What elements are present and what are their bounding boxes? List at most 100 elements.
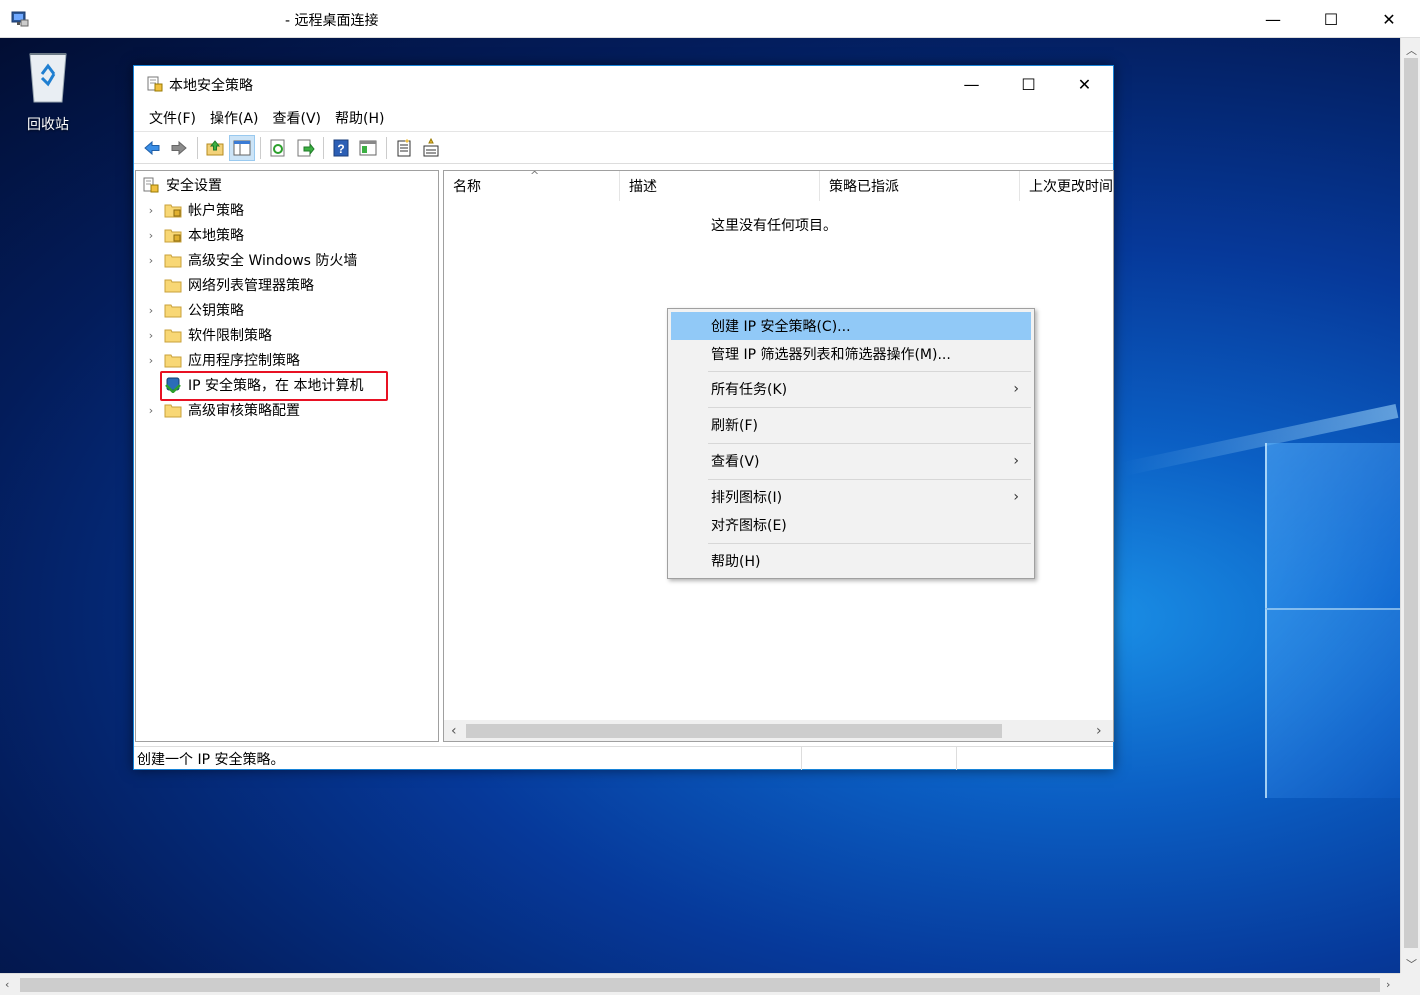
tree-item-software-restriction[interactable]: › 软件限制策略 [144, 323, 272, 347]
tree-item-label: IP 安全策略，在 本地计算机 [188, 378, 364, 394]
tree-item-firewall[interactable]: › 高级安全 Windows 防火墙 [144, 248, 358, 272]
up-one-level-button[interactable] [202, 135, 228, 161]
mmc-close-button[interactable]: ✕ [1056, 66, 1113, 102]
tree-item-public-key[interactable]: › 公钥策略 [144, 298, 244, 322]
tree-item-label: 高级审核策略配置 [188, 403, 300, 419]
chevron-right-icon[interactable]: › [144, 304, 158, 317]
back-button[interactable] [139, 135, 165, 161]
menu-file[interactable]: 文件(F) [142, 108, 203, 128]
column-header-description[interactable]: 描述 [620, 171, 820, 201]
remote-desktop-icon [11, 11, 29, 27]
menu-item-line-up-icons[interactable]: 对齐图标(E) [671, 511, 1031, 539]
folder-icon [164, 404, 182, 418]
recycle-bin-icon [29, 53, 67, 103]
folder-icon [164, 279, 182, 293]
show-hide-tree-button[interactable] [229, 134, 255, 161]
mmc-minimize-button[interactable]: — [943, 66, 1000, 102]
chevron-right-icon[interactable]: › [144, 329, 158, 342]
menu-bar: 文件(F) 操作(A) 查看(V) 帮助(H) [134, 104, 1113, 132]
security-policy-icon [147, 76, 163, 92]
recycle-bin[interactable]: 回收站 [14, 48, 82, 134]
tree-item-network-list[interactable]: 网络列表管理器策略 [164, 273, 314, 297]
toolbar-separator [386, 136, 387, 159]
mmc-maximize-button[interactable]: ☐ [1000, 66, 1057, 102]
minimize-button[interactable]: — [1244, 0, 1302, 38]
details-view-button[interactable] [355, 135, 381, 161]
tree-root[interactable]: 安全设置 [142, 173, 222, 197]
tree-item-label: 软件限制策略 [188, 328, 272, 344]
submenu-arrow-icon: › [1013, 489, 1019, 505]
menu-item-arrange-icons[interactable]: 排列图标(I) › [671, 483, 1031, 511]
column-header-last-modified[interactable]: 上次更改时间 [1020, 171, 1113, 201]
locked-folder-icon [164, 204, 182, 218]
scroll-down-icon[interactable]: ﹀ [1406, 956, 1417, 972]
chevron-right-icon[interactable]: › [144, 404, 158, 417]
menu-item-refresh[interactable]: 刷新(F) [671, 411, 1031, 439]
vertical-scrollbar[interactable]: ︿ ﹀ [1400, 38, 1420, 973]
maximize-button[interactable]: ☐ [1302, 0, 1360, 38]
toolbar: ? [134, 132, 1113, 164]
menu-item-all-tasks[interactable]: 所有任务(K) › [671, 375, 1031, 403]
tree-item-advanced-audit[interactable]: › 高级审核策略配置 [144, 398, 300, 422]
show-tree-icon [233, 140, 251, 155]
sort-ascending-icon: ^ [530, 169, 540, 182]
tree-item-label: 帐户策略 [188, 203, 244, 219]
column-header-assigned[interactable]: 策略已指派 [820, 171, 1020, 201]
menu-item-view[interactable]: 查看(V) › [671, 447, 1031, 475]
recycle-bin-label: 回收站 [27, 117, 69, 133]
status-text: 创建一个 IP 安全策略。 [134, 747, 802, 770]
wallpaper-pane [1265, 443, 1400, 608]
tree-item-label: 高级安全 Windows 防火墙 [188, 253, 358, 269]
chevron-right-icon[interactable]: › [144, 254, 158, 267]
menu-help[interactable]: 帮助(H) [328, 108, 391, 128]
forward-button[interactable] [166, 135, 192, 161]
tree-root-label: 安全设置 [166, 178, 222, 194]
context-menu: 创建 IP 安全策略(C)... 管理 IP 筛选器列表和筛选器操作(M)...… [667, 308, 1035, 579]
tree-item-local-policy[interactable]: › 本地策略 [144, 223, 244, 247]
up-folder-icon [206, 139, 224, 155]
menu-separator [708, 543, 1031, 544]
properties-button[interactable] [418, 135, 444, 161]
menu-item-manage-filters[interactable]: 管理 IP 筛选器列表和筛选器操作(M)... [671, 340, 1031, 368]
toolbar-separator [197, 136, 198, 159]
list-horizontal-scrollbar[interactable]: ‹ › [444, 720, 1113, 741]
scroll-right-icon[interactable]: › [1096, 723, 1102, 739]
menu-item-create-ip-policy[interactable]: 创建 IP 安全策略(C)... [671, 312, 1031, 340]
menu-view[interactable]: 查看(V) [266, 108, 329, 128]
tree-item-label: 网络列表管理器策略 [188, 278, 314, 294]
tree-pane: 安全设置 › 帐户策略 › 本地策略 › 高级安全 Windows 防火墙 网络… [135, 170, 439, 742]
scroll-left-icon[interactable]: ‹ [451, 723, 457, 739]
toolbar-separator [260, 136, 261, 159]
chevron-right-icon[interactable]: › [144, 229, 158, 242]
tree-item-app-control[interactable]: › 应用程序控制策略 [144, 348, 300, 372]
refresh-button[interactable] [265, 135, 291, 161]
submenu-arrow-icon: › [1013, 453, 1019, 469]
help-button[interactable]: ? [328, 135, 354, 161]
chevron-right-icon[interactable]: › [144, 354, 158, 367]
scroll-thumb[interactable] [1404, 58, 1418, 948]
scroll-right-icon[interactable]: › [1386, 978, 1390, 991]
svg-text:?: ? [337, 142, 344, 156]
tree-item-label: 应用程序控制策略 [188, 353, 300, 369]
back-icon [144, 140, 160, 155]
menu-separator [708, 407, 1031, 408]
close-button[interactable]: ✕ [1360, 0, 1418, 38]
export-list-button[interactable] [292, 135, 318, 161]
tree-item-account-policy[interactable]: › 帐户策略 [144, 198, 244, 222]
locked-folder-icon [164, 229, 182, 243]
scroll-corner [1400, 973, 1420, 995]
scroll-up-icon[interactable]: ︿ [1406, 42, 1417, 58]
forward-icon [171, 140, 187, 155]
create-policy-button[interactable] [391, 135, 417, 161]
toolbar-separator [323, 136, 324, 159]
menu-item-help[interactable]: 帮助(H) [671, 547, 1031, 575]
scroll-left-icon[interactable]: ‹ [5, 978, 9, 991]
chevron-right-icon[interactable]: › [144, 204, 158, 217]
menu-action[interactable]: 操作(A) [203, 108, 266, 128]
scroll-thumb[interactable] [20, 978, 1380, 992]
horizontal-scrollbar[interactable]: ‹ › [0, 973, 1400, 995]
status-bar: 创建一个 IP 安全策略。 [134, 746, 1113, 770]
tree-item-ip-security[interactable]: IP 安全策略，在 本地计算机 [164, 373, 363, 397]
scroll-thumb[interactable] [466, 724, 1002, 738]
new-policy-icon [397, 138, 411, 156]
